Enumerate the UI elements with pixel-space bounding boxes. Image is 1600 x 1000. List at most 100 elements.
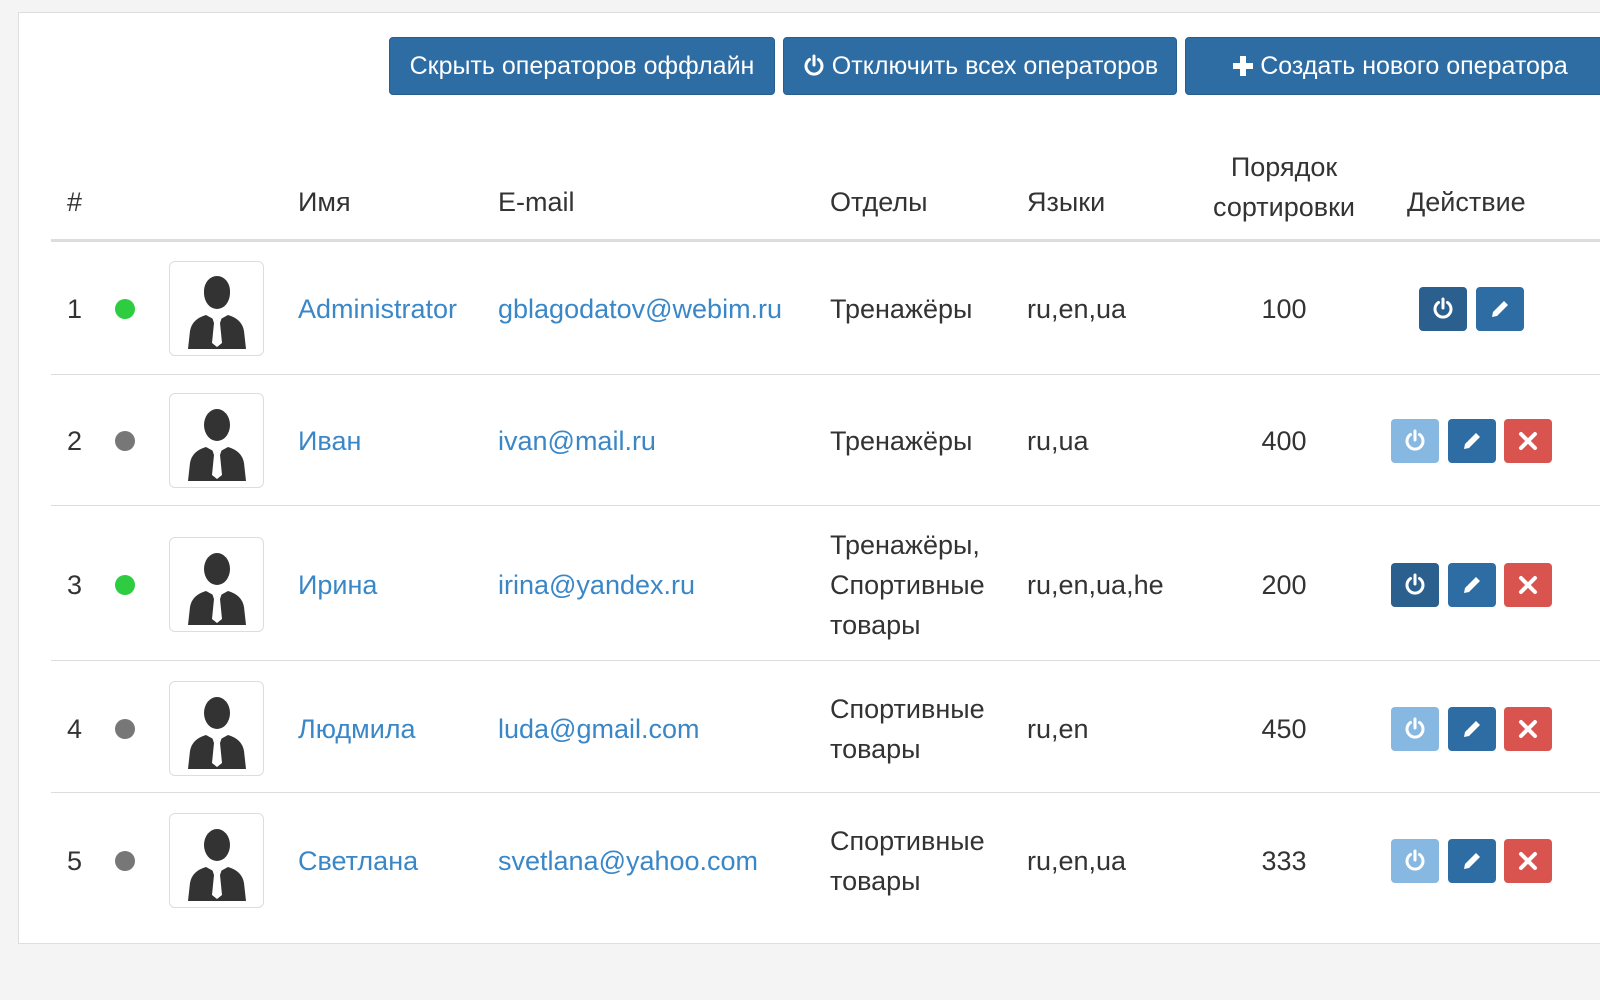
hide-offline-label: Скрыть операторов оффлайн [409,52,755,80]
avatar [169,393,264,488]
delete-operator-button[interactable] [1504,419,1552,463]
operator-sort-order: 400 [1261,426,1307,456]
status-online-indicator [115,299,135,319]
operator-email-link[interactable]: ivan@mail.ru [498,421,656,461]
dept-line: товары [830,610,921,640]
edit-operator-button[interactable] [1476,287,1524,331]
operator-departments: Спортивные товары [830,821,1010,901]
header-languages: Языки [1027,187,1106,217]
row-number: 5 [67,846,83,876]
avatar [169,537,264,632]
disable-all-operators-button[interactable]: Отключить всех операторов [783,37,1177,95]
dept-line: Спортивные [830,570,985,600]
power-icon [1405,717,1425,739]
header-sort-order[interactable]: Порядок сортировки [1201,147,1367,227]
pencil-icon [1464,577,1480,593]
header-sort-line1: Порядок [1230,152,1338,182]
toggle-operator-button[interactable] [1391,419,1439,463]
pencil-icon [1464,721,1480,737]
power-icon [804,54,824,76]
user-avatar-icon [187,696,246,769]
row-divider [51,374,1600,375]
operator-departments: Спортивные товары [830,689,1010,769]
row-number: 4 [67,714,83,744]
operator-name-link[interactable]: Светлана [298,841,418,881]
user-avatar-icon [187,408,246,481]
toggle-operator-button[interactable] [1391,563,1439,607]
operator-sort-order: 200 [1261,570,1307,600]
header-name[interactable]: Имя [298,187,351,218]
power-icon [1405,429,1425,451]
row-divider [51,792,1600,793]
operator-sort-order: 100 [1261,294,1307,324]
row-number: 3 [67,570,83,600]
status-offline-indicator [115,719,135,739]
hide-offline-button[interactable]: Скрыть операторов оффлайн [389,37,775,95]
operator-email-link[interactable]: gblagodatov@webim.ru [498,289,782,329]
operator-name-link[interactable]: Administrator [298,289,457,329]
dept-line: Спортивные [830,694,985,724]
edit-operator-button[interactable] [1448,839,1496,883]
power-icon [1405,573,1425,595]
operators-panel: Скрыть операторов оффлайн Отключить всех… [18,12,1600,944]
status-offline-indicator [115,851,135,871]
avatar [169,813,264,908]
operator-email-link[interactable]: svetlana@yahoo.com [498,841,758,881]
power-icon [1405,849,1425,871]
header-sort-line2: сортировки [1213,192,1355,222]
operator-languages: ru,en,ua [1027,294,1127,324]
operator-name-link[interactable]: Ирина [298,565,377,605]
create-operator-label: Создать нового оператора [1260,52,1568,80]
avatar [169,261,264,356]
row-number: 1 [67,294,83,324]
edit-operator-button[interactable] [1448,563,1496,607]
header-departments: Отделы [830,187,928,217]
operator-languages: ru,en,ua [1027,846,1127,876]
close-icon [1519,720,1537,738]
header-email[interactable]: E-mail [498,187,575,218]
operator-name-link[interactable]: Иван [298,421,361,461]
status-offline-indicator [115,431,135,451]
operator-departments: Тренажёры [830,421,1010,461]
delete-operator-button[interactable] [1504,563,1552,607]
header-action: Действие [1407,187,1526,217]
pencil-icon [1464,433,1480,449]
delete-operator-button[interactable] [1504,707,1552,751]
user-avatar-icon [187,828,246,901]
header-num: # [67,187,83,217]
operator-sort-order: 333 [1261,846,1307,876]
avatar [169,681,264,776]
dept-line: Спортивные [830,826,985,856]
row-number: 2 [67,426,83,456]
toggle-operator-button[interactable] [1391,707,1439,751]
operator-name-link[interactable]: Людмила [298,709,416,749]
close-icon [1519,576,1537,594]
dept-line: товары [830,866,921,896]
dept-line: Тренажёры [830,426,973,456]
pencil-icon [1464,853,1480,869]
operator-email-link[interactable]: luda@gmail.com [498,709,700,749]
pencil-icon [1492,301,1508,317]
operator-languages: ru,en [1027,714,1089,744]
header-divider [51,239,1600,242]
toggle-operator-button[interactable] [1391,839,1439,883]
toggle-operator-button[interactable] [1419,287,1467,331]
delete-operator-button[interactable] [1504,839,1552,883]
edit-operator-button[interactable] [1448,707,1496,751]
operator-sort-order: 450 [1261,714,1307,744]
close-icon [1519,852,1537,870]
user-avatar-icon [187,552,246,625]
create-operator-button[interactable]: Создать нового оператора [1185,37,1600,95]
dept-line: товары [830,734,921,764]
operator-email-link[interactable]: irina@yandex.ru [498,565,695,605]
close-icon [1519,432,1537,450]
dept-line: Тренажёры [830,294,973,324]
operator-departments: Тренажёры, Спортивные товары [830,525,1010,645]
status-online-indicator [115,575,135,595]
edit-operator-button[interactable] [1448,419,1496,463]
operator-departments: Тренажёры [830,289,1010,329]
dept-line: Тренажёры, [830,530,980,560]
operator-languages: ru,en,ua,he [1027,570,1164,600]
user-avatar-icon [187,275,246,349]
plus-icon [1233,56,1254,76]
